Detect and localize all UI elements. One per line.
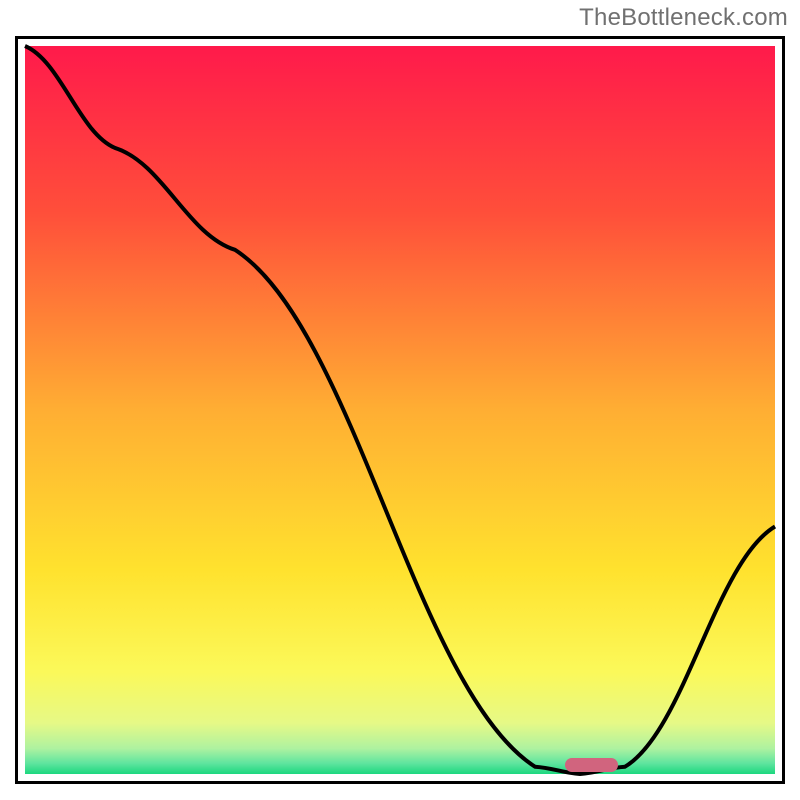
chart-container: TheBottleneck.com xyxy=(0,0,800,800)
chart-svg xyxy=(25,46,775,774)
gradient-background xyxy=(25,46,775,774)
chart-frame xyxy=(15,36,785,784)
optimal-range-marker xyxy=(565,758,618,772)
watermark-text: TheBottleneck.com xyxy=(579,4,788,32)
plot-area xyxy=(25,46,775,774)
